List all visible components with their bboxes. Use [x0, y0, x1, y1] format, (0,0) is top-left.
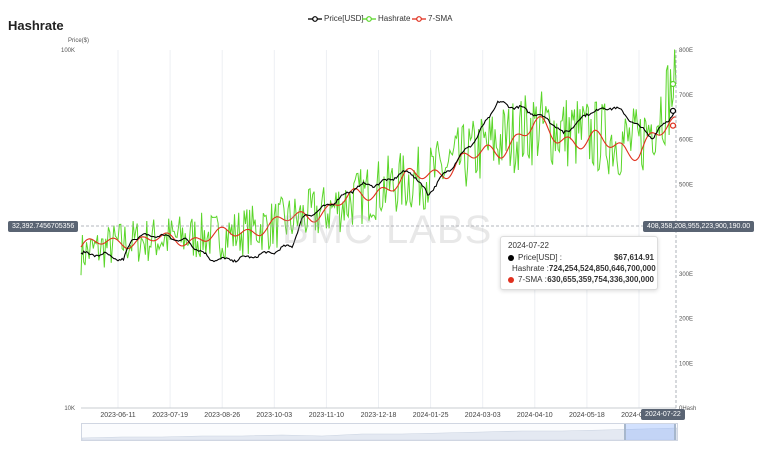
x-tick-label: 2024-01-25	[413, 412, 449, 419]
sma-dot-icon	[508, 276, 514, 283]
x-tick-label: 2023-07-19	[152, 412, 188, 419]
tooltip-value: 724,254,524,850,646,700,000	[548, 264, 656, 273]
tooltip-value: $67,614.91	[613, 253, 654, 262]
tooltip-label: 7-SMA :	[518, 275, 547, 284]
watermark: BMC LABS	[282, 208, 493, 252]
tooltip-label: Price[USD] :	[518, 253, 563, 262]
right-tick-label: 100E	[679, 361, 693, 367]
right-tick-label: 700E	[679, 93, 693, 99]
tooltip-date: 2024-07-22	[508, 241, 549, 250]
crosshair-right-label: 408,358,208,955,223,900,190.00	[643, 221, 755, 232]
zoom-slider[interactable]	[81, 423, 678, 441]
x-tick-label: 2023-10-03	[256, 412, 292, 419]
tooltip-row-price: Price[USD] : $67,614.91	[508, 253, 654, 262]
x-tick-label: 2024-03-03	[465, 412, 501, 419]
tooltip: 2024-07-22 Price[USD] : $67,614.91 Hashr…	[500, 236, 658, 290]
zoom-window-handle[interactable]	[624, 424, 676, 440]
tooltip-row-sma: 7-SMA : 630,655,359,754,336,300,000	[508, 275, 654, 284]
right-tick-label: 800E	[679, 48, 693, 54]
x-tick-label: 2024-04-10	[517, 412, 553, 419]
right-tick-label: 500E	[679, 182, 693, 188]
x-tick-label: 2023-06-11	[100, 412, 135, 419]
left-axis-title: Price($)	[68, 38, 89, 44]
x-tick-label: 2023-12-18	[361, 412, 397, 419]
crosshair-x-label: 2024-07-22	[641, 409, 685, 420]
price-dot-icon	[508, 254, 514, 261]
price-point	[669, 107, 677, 114]
x-tick-label: 2023-08-26	[204, 412, 240, 419]
tooltip-label: Hashrate :	[512, 264, 549, 273]
left-tick-label: 100K	[61, 48, 75, 54]
x-tick-label: 2024-05-18	[569, 412, 605, 419]
right-tick-label: 600E	[679, 138, 693, 144]
x-tick-label: 2023-11-10	[309, 412, 344, 419]
slider-minimap	[81, 427, 678, 441]
tooltip-row-hashrate: Hashrate : 724,254,524,850,646,700,000	[508, 264, 656, 273]
sma-point	[669, 122, 677, 129]
left-tick-label: 10K	[64, 406, 75, 412]
crosshair-left-label: 32,392.7456705356	[8, 221, 79, 232]
tooltip-value: 630,655,359,754,336,300,000	[547, 275, 654, 284]
right-tick-label: 300E	[679, 272, 693, 278]
hashrate-point	[669, 80, 677, 88]
right-tick-label: 200E	[679, 317, 693, 323]
